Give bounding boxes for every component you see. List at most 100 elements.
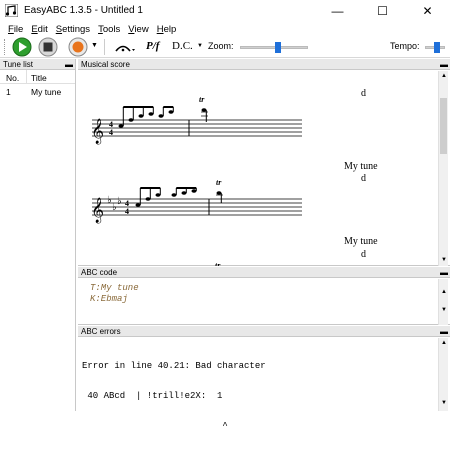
time-sig-bottom: 4 — [125, 207, 129, 216]
tune-number: 1 — [6, 87, 11, 97]
dynamics-button[interactable]: P/f — [146, 40, 159, 52]
scroll-down-icon[interactable]: ▼ — [441, 307, 447, 313]
scroll-up-icon[interactable]: ▲ — [441, 289, 447, 295]
scroll-up-icon[interactable]: ▲ — [441, 340, 447, 346]
trill-mark-2: tr — [216, 178, 222, 187]
title-bar: EasyABC 1.3.5 - Untitled 1 — ☐ ✕ — [0, 0, 450, 22]
staff-1: 𝄞 4 4 tr — [91, 95, 302, 144]
abc-errors-header: ABC errors ▬ — [78, 326, 450, 337]
score-title-2: My tune — [344, 161, 378, 172]
tune-title: My tune — [31, 87, 62, 97]
beamed-notes-1 — [118, 106, 174, 128]
play-button[interactable] — [12, 37, 32, 57]
scroll-up-icon[interactable]: ▲ — [441, 73, 447, 79]
menu-file[interactable]: File — [4, 24, 27, 35]
stop-icon — [43, 42, 53, 52]
window-title: EasyABC 1.3.5 - Untitled 1 — [24, 5, 143, 16]
column-header-no[interactable]: No. — [6, 73, 19, 83]
pane-maximize-icon[interactable]: ▬ — [440, 59, 448, 70]
staff-2: 𝄞 ♭ ♭ ♭ 4 4 tr — [91, 178, 302, 223]
app-icon — [5, 4, 18, 17]
zoom-slider-thumb[interactable] — [275, 42, 282, 53]
score-svg: 𝄞 4 4 tr d My tune d 𝄞 ♭ ♭ ♭ 4 4 tr My t… — [91, 88, 378, 266]
column-header-title[interactable]: Title — [31, 73, 47, 83]
toolbar: ▼ P/f D.C. ▼ Zoom: Tempo: — [0, 36, 450, 58]
score-title-3: My tune — [344, 236, 378, 247]
close-button[interactable]: ✕ — [405, 0, 450, 22]
musical-score-pane: Musical score ▬ 𝄞 4 4 tr d My tune d 𝄞 ♭… — [78, 59, 450, 266]
score-label-d1: d — [361, 88, 366, 99]
menu-settings[interactable]: Settings — [52, 24, 94, 35]
menu-help-label: elp — [163, 23, 177, 35]
menu-help-key: H — [156, 23, 164, 35]
musical-score-header: Musical score ▬ — [78, 59, 450, 70]
menu-view-label: iew — [134, 23, 149, 35]
stop-button[interactable] — [38, 37, 58, 57]
abc-code-line-2: K:Ebmaj — [90, 294, 128, 304]
beamed-notes-2 — [135, 187, 197, 207]
da-capo-button[interactable]: D.C. — [172, 40, 193, 52]
note — [201, 108, 207, 112]
tempo-slider-thumb[interactable] — [434, 42, 441, 53]
record-button[interactable] — [68, 37, 88, 57]
score-scrollbar[interactable]: ▲ ▼ — [438, 71, 448, 266]
abc-errors-scrollbar[interactable]: ▲ ▼ — [438, 338, 448, 411]
menu-tools[interactable]: Tools — [94, 24, 124, 35]
menu-edit[interactable]: Edit — [27, 24, 51, 35]
trill-mark-1: tr — [199, 95, 205, 104]
abc-code-scrollbar[interactable]: ▲ ▼ — [438, 279, 448, 325]
minimize-button[interactable]: — — [315, 0, 360, 22]
tempo-label: Tempo: — [390, 41, 420, 51]
treble-clef-icon: 𝄞 — [91, 197, 104, 223]
menu-settings-label: ettings — [62, 23, 91, 35]
tune-list-row[interactable]: 1 My tune — [0, 84, 75, 98]
score-label-d2: d — [361, 173, 366, 184]
scroll-down-icon[interactable]: ▼ — [441, 257, 447, 263]
maximize-button[interactable]: ☐ — [360, 0, 405, 22]
treble-clef-icon: 𝄞 — [91, 118, 104, 144]
menu-file-label: ile — [13, 23, 24, 35]
musical-score-header-label: Musical score — [81, 60, 130, 69]
score-label-d3: d — [361, 249, 366, 260]
error-line-1: Error in line 40.21: Bad character — [82, 361, 266, 371]
fermata-button[interactable] — [114, 41, 136, 55]
note — [216, 191, 222, 195]
flat-icon: ♭ — [117, 196, 122, 207]
time-sig-bottom: 4 — [109, 128, 113, 137]
score-canvas[interactable]: 𝄞 4 4 tr d My tune d 𝄞 ♭ ♭ ♭ 4 4 tr My t… — [78, 71, 438, 266]
tune-list-header: Tune list ▬ — [0, 59, 75, 70]
scroll-thumb[interactable] — [440, 98, 447, 154]
tune-list-pane: Tune list ▬ No. Title 1 My tune — [0, 59, 76, 411]
abc-errors-pane: ABC errors ▬ Error in line 40.21: Bad ch… — [78, 326, 450, 431]
scroll-down-icon[interactable]: ▼ — [441, 400, 447, 406]
zoom-slider[interactable] — [240, 42, 308, 53]
abc-code-editor[interactable]: T:My tune K:Ebmaj — [90, 283, 139, 305]
abc-code-header-label: ABC code — [81, 268, 118, 277]
pane-close-icon[interactable]: ▬ — [65, 59, 73, 70]
pane-maximize-icon[interactable]: ▬ — [440, 267, 448, 278]
abc-errors-header-label: ABC errors — [81, 327, 121, 336]
tune-list-header-label: Tune list — [3, 60, 33, 69]
record-dropdown-arrow-icon[interactable]: ▼ — [91, 42, 98, 49]
trill-mark-3: tr — [215, 261, 221, 266]
column-divider — [26, 70, 27, 84]
menu-help[interactable]: Help — [153, 24, 181, 35]
pane-maximize-icon[interactable]: ▬ — [440, 326, 448, 337]
abc-errors-text: Error in line 40.21: Bad character 40 AB… — [82, 341, 266, 451]
menu-edit-label: dit — [37, 23, 48, 35]
menu-view[interactable]: View — [124, 24, 152, 35]
toolbar-grip — [4, 39, 6, 55]
abc-code-line-1: T:My tune — [90, 283, 139, 293]
tempo-slider[interactable] — [425, 42, 445, 53]
zoom-label: Zoom: — [208, 41, 234, 51]
error-line-3: ^ — [82, 421, 228, 431]
toolbar-separator — [104, 39, 105, 55]
tune-list-column-headers: No. Title — [0, 70, 75, 84]
abc-code-pane: ABC code ▬ T:My tune K:Ebmaj ▲ ▼ — [78, 267, 450, 325]
error-line-2: 40 ABcd | !trill!e2X: 1 — [82, 391, 223, 401]
da-capo-dropdown-icon[interactable]: ▼ — [197, 43, 203, 49]
record-icon — [72, 41, 84, 53]
menu-bar: File Edit Settings Tools View Help — [0, 22, 450, 36]
abc-code-header: ABC code ▬ — [78, 267, 450, 278]
menu-tools-label: ools — [102, 23, 121, 35]
